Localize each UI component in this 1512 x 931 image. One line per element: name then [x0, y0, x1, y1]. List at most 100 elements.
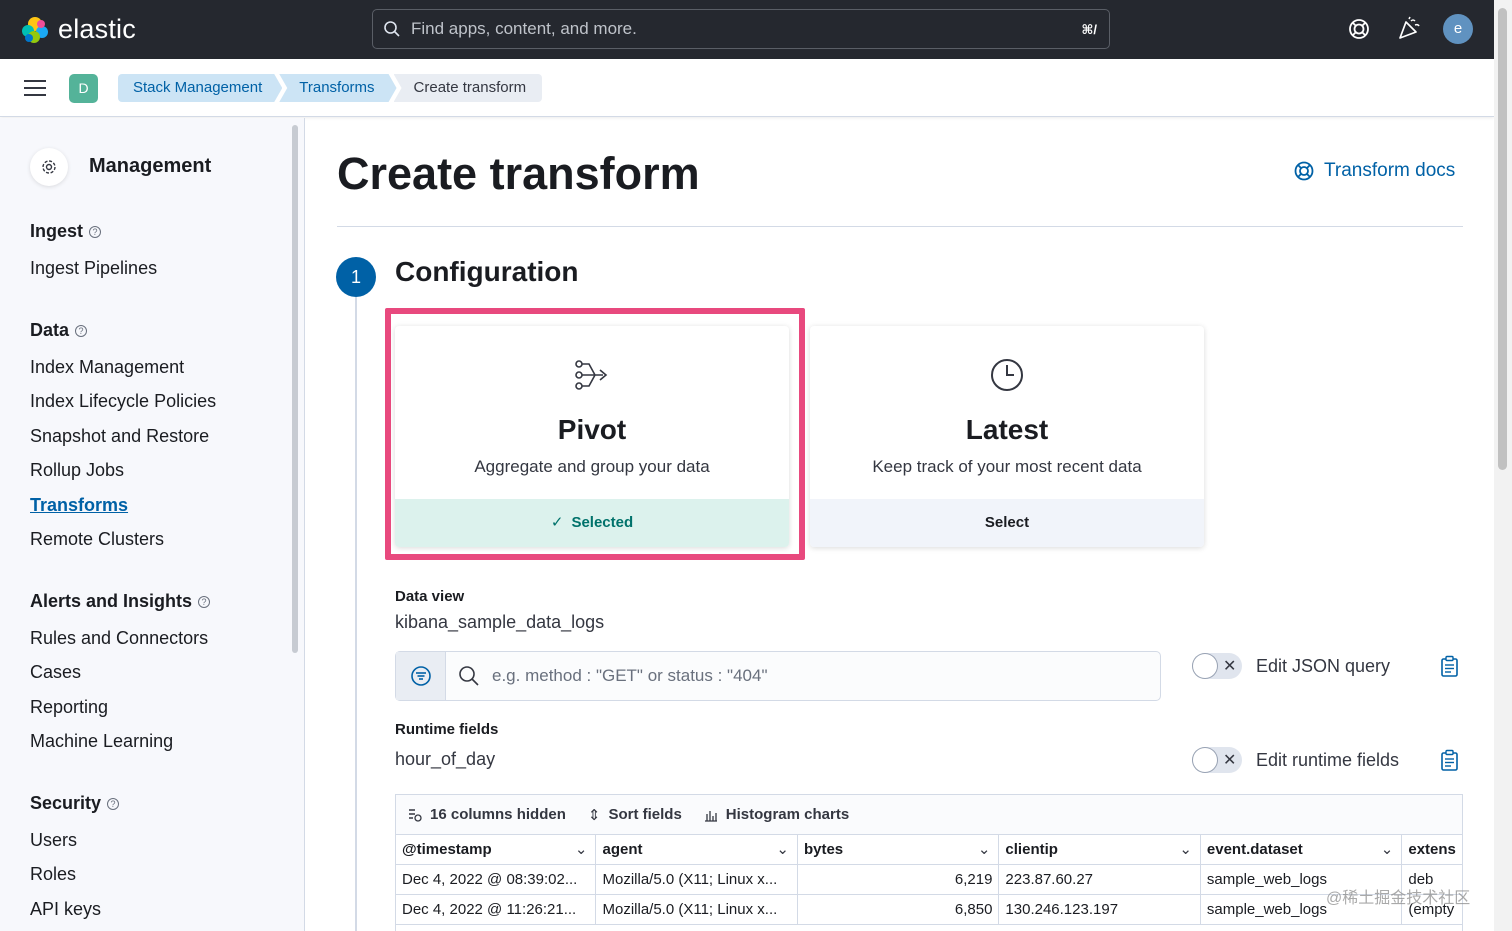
edit-runtime-toggle[interactable]: ✕: [1192, 747, 1242, 773]
brand-name: elastic: [58, 14, 136, 44]
breadcrumb-stack-management[interactable]: Stack Management: [118, 74, 282, 102]
column-header[interactable]: clientip ⌄: [999, 835, 1201, 864]
page-scrollbar[interactable]: [1494, 0, 1512, 931]
sort-fields-label: Sort fields: [608, 806, 682, 823]
chevron-down-icon: ⌄: [776, 841, 789, 858]
column-header[interactable]: agent ⌄: [596, 835, 798, 864]
cross-icon: ✕: [1223, 658, 1237, 675]
table-cell: 223.87.60.27: [999, 865, 1201, 894]
table-cell: 6,850: [798, 895, 1000, 924]
query-input[interactable]: e.g. method : "GET" or status : "404": [458, 665, 768, 687]
sidebar-item-cases[interactable]: Cases: [30, 662, 81, 683]
search-icon: [384, 21, 400, 37]
table-row: Dec 4, 2022 @ 08:39:02... Mozilla/5.0 (X…: [396, 865, 1462, 895]
filter-icon: [410, 666, 431, 686]
user-avatar[interactable]: e: [1443, 14, 1473, 44]
global-search-input[interactable]: Find apps, content, and more. ⌘/: [372, 9, 1110, 49]
sidebar-item-machine-learning[interactable]: Machine Learning: [30, 731, 173, 752]
nav-heading-ingest: Ingest?: [30, 221, 102, 242]
news-feed-icon[interactable]: [1396, 16, 1422, 42]
sidebar-item-remote-clusters[interactable]: Remote Clusters: [30, 529, 164, 550]
sidebar-item-transforms[interactable]: Transforms: [30, 495, 128, 516]
sidebar-item-rollup-jobs[interactable]: Rollup Jobs: [30, 460, 124, 481]
chevron-down-icon: ⌄: [1179, 841, 1192, 858]
search-icon: [459, 666, 479, 686]
space-avatar[interactable]: D: [69, 74, 98, 103]
step-line: [355, 297, 357, 931]
sort-fields-button[interactable]: ⇕ Sort fields: [588, 806, 682, 824]
sidebar-item-index-lifecycle-policies[interactable]: Index Lifecycle Policies: [30, 391, 216, 412]
column-header[interactable]: event.dataset ⌄: [1201, 835, 1403, 864]
breadcrumb-transforms[interactable]: Transforms: [279, 74, 396, 102]
search-placeholder: Find apps, content, and more.: [411, 19, 637, 38]
table-cell: Dec 4, 2022 @ 08:39:02...: [396, 865, 597, 894]
chevron-down-icon: ⌄: [574, 841, 588, 858]
step-title: Configuration: [395, 256, 579, 287]
menu-toggle-icon[interactable]: [24, 80, 46, 96]
runtime-fields-label: Runtime fields: [395, 721, 499, 738]
latest-select-button[interactable]: Select: [810, 499, 1204, 547]
sidebar-scrollbar[interactable]: [292, 125, 298, 653]
column-header[interactable]: @timestamp ⌄: [396, 835, 597, 864]
histogram-icon: [704, 810, 717, 822]
step-number: 1: [336, 257, 376, 297]
help-icon: [1294, 161, 1314, 181]
info-icon: ?: [89, 225, 102, 238]
filter-menu-button[interactable]: [396, 652, 446, 700]
sidebar-item-api-keys[interactable]: API keys: [30, 899, 101, 920]
breadcrumb: Stack Management Transforms Create trans…: [118, 74, 543, 102]
sidebar-item-index-management[interactable]: Index Management: [30, 357, 184, 378]
sidebar-item-rules-connectors[interactable]: Rules and Connectors: [30, 628, 208, 649]
table-cell: Dec 4, 2022 @ 11:26:21...: [396, 895, 597, 924]
highlight-box: [385, 308, 805, 560]
histogram-charts-button[interactable]: Histogram charts: [704, 806, 849, 823]
column-header[interactable]: bytes ⌄: [798, 835, 1000, 864]
columns-hidden-button[interactable]: 16 columns hidden: [408, 806, 566, 823]
edit-runtime-label: Edit runtime fields: [1256, 750, 1400, 770]
table-row: Dec 4, 2022 @ 11:26:21... Mozilla/5.0 (X…: [396, 895, 1462, 925]
edit-json-toggle[interactable]: ✕: [1192, 653, 1242, 679]
clock-icon: [991, 359, 1023, 391]
elastic-logo[interactable]: elastic: [20, 14, 136, 45]
elastic-logo-icon: [22, 16, 48, 43]
page-title: Create transform: [337, 148, 700, 199]
sidebar-item-roles[interactable]: Roles: [30, 864, 76, 885]
runtime-fields-value: hour_of_day: [395, 749, 496, 769]
info-icon: ?: [198, 595, 211, 608]
query-bar: e.g. method : "GET" or status : "404": [395, 651, 1161, 701]
table-cell: 130.246.123.197: [999, 895, 1201, 924]
table-cell: 6,219: [798, 865, 1000, 894]
grid-header-row: @timestamp ⌄ agent ⌄ bytes ⌄ clientip ⌄ even…: [396, 835, 1462, 865]
breadcrumb-create-transform: Create transform: [393, 74, 543, 102]
column-header[interactable]: extens: [1402, 835, 1462, 864]
edit-json-label: Edit JSON query: [1256, 656, 1391, 676]
search-shortcut: ⌘/: [1081, 22, 1097, 37]
preview-data-grid: 16 columns hidden ⇕ Sort fields Histogra…: [395, 794, 1463, 931]
docs-link-label: Transform docs: [1324, 160, 1456, 181]
help-icon[interactable]: [1346, 16, 1372, 42]
clipboard-icon[interactable]: [1440, 655, 1460, 677]
query-placeholder: e.g. method : "GET" or status : "404": [492, 666, 768, 685]
info-icon: ?: [75, 324, 88, 337]
sort-icon: ⇕: [587, 806, 601, 824]
grid-toolbar: 16 columns hidden ⇕ Sort fields Histogra…: [396, 795, 1462, 835]
cross-icon: ✕: [1223, 752, 1237, 769]
chevron-down-icon: ⌄: [1380, 841, 1394, 858]
data-view-label: Data view: [395, 588, 465, 605]
sidebar-item-snapshot-restore[interactable]: Snapshot and Restore: [30, 426, 209, 447]
columns-icon: [409, 808, 422, 822]
latest-title: Latest: [965, 414, 1049, 445]
top-header: elastic Find apps, content, and more. ⌘/…: [0, 0, 1494, 59]
sidebar-title: Management: [89, 155, 212, 177]
chevron-down-icon: ⌄: [977, 841, 991, 858]
sidebar-item-reporting[interactable]: Reporting: [30, 697, 108, 718]
columns-hidden-label: 16 columns hidden: [430, 806, 566, 823]
latest-card[interactable]: Latest Keep track of your most recent da…: [810, 326, 1204, 547]
watermark: @稀土掘金技术社区: [1326, 890, 1471, 907]
clipboard-icon[interactable]: [1440, 749, 1460, 771]
latest-description: Keep track of your most recent data: [872, 457, 1142, 476]
data-view-value: kibana_sample_data_logs: [395, 612, 605, 632]
transform-docs-link[interactable]: Transform docs: [1293, 160, 1455, 182]
sidebar-item-users[interactable]: Users: [30, 830, 77, 851]
sidebar-item-ingest-pipelines[interactable]: Ingest Pipelines: [30, 258, 157, 279]
